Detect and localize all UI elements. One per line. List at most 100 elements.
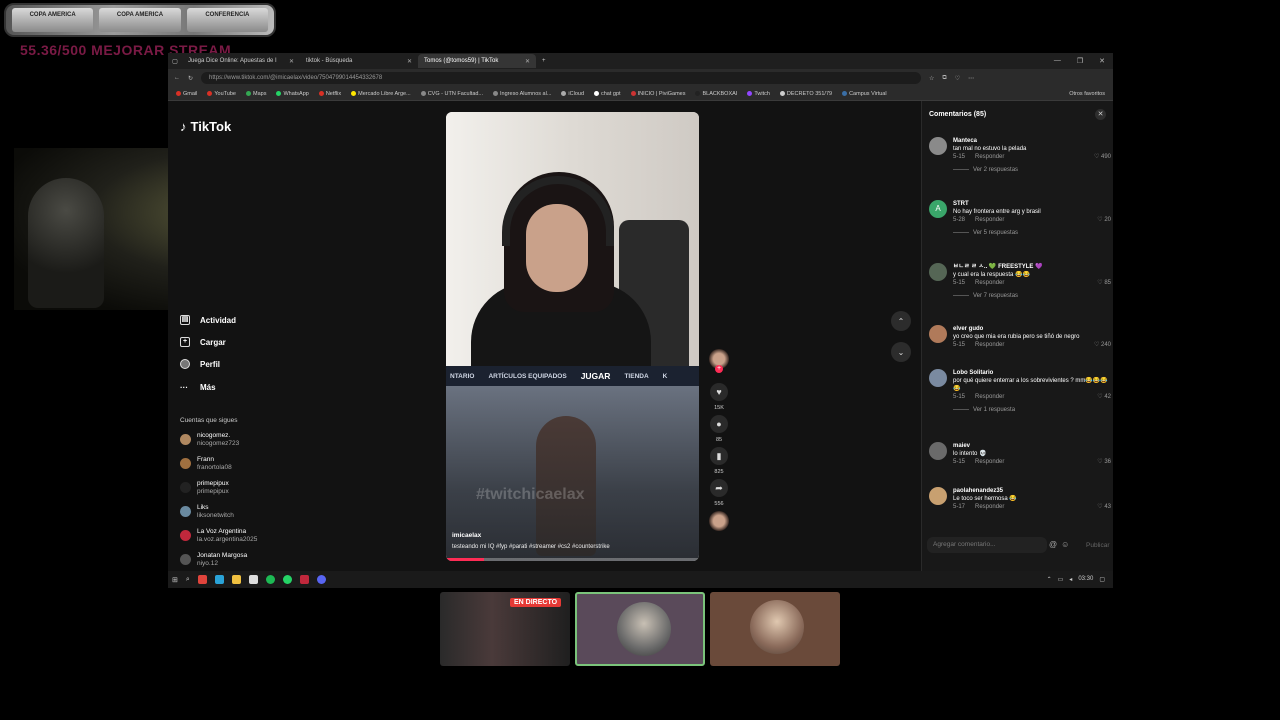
nav-activity[interactable]: ▤ Actividad [180,315,236,325]
followed-account[interactable]: La Voz Argentina la.voz.argentina2025 [180,528,257,543]
follow-plus-icon[interactable]: + [715,365,723,373]
reload-icon[interactable]: ↻ [188,75,193,82]
video-progress-bar[interactable] [446,558,699,561]
emoji-icon[interactable]: ☺ [1061,540,1069,549]
creator-avatar[interactable]: + [709,349,729,373]
bookmark-item[interactable]: BLACKBOXAI [695,91,737,97]
reply-button[interactable]: Responder [975,458,1004,466]
other-bookmarks[interactable]: Otros favoritos [1069,91,1105,97]
tab-dice[interactable]: Juega Dice Online: Apuestas de I ✕ [182,54,300,68]
close-icon[interactable]: ✕ [289,58,294,65]
reply-button[interactable]: Responder [975,341,1004,349]
chevron-up-icon[interactable]: ⌃ [1047,576,1052,583]
post-button[interactable]: Publicar [1086,542,1109,549]
app-icon[interactable] [197,575,207,584]
bookmark-item[interactable]: WhatsApp [276,91,309,97]
mention-icon[interactable]: @ [1049,540,1057,549]
comment-likes[interactable]: ♡ 490 [1094,153,1111,161]
bookmark-item[interactable]: Gmail [176,91,197,97]
tab-tiktok-profile[interactable]: Tomos (@tomos59) | TikTok ✕ [418,54,536,68]
spotify-icon[interactable] [265,575,275,584]
clock[interactable]: 03:30 [1078,576,1093,583]
more-icon[interactable]: ⋯ [968,75,974,82]
video-player[interactable]: NTARIO ARTÍCULOS EQUIPADOS JUGAR TIENDA … [446,112,699,561]
tab-tiktok-search[interactable]: tiktok - Búsqueda ✕ [300,54,418,68]
bookmark-item[interactable]: DECRETO 351/79 [779,91,832,97]
view-replies-button[interactable]: Ver 5 respuestas [953,229,1111,237]
sound-avatar[interactable] [709,511,729,531]
nav-more[interactable]: ··· Más [180,383,216,392]
reply-button[interactable]: Responder [975,153,1004,161]
notification-icon[interactable]: ▢ [1099,576,1105,583]
url-field[interactable]: https://www.tiktok.com/@imicaelax/video/… [201,72,922,84]
close-window-button[interactable]: ✕ [1099,57,1105,65]
comment-user[interactable]: STRT [953,200,1111,208]
bookmark-item[interactable]: Ingreso Alumnos al... [493,91,551,97]
comment-user[interactable]: Lobo Solitario [953,369,1111,377]
comment-input[interactable]: Agregar comentario... [927,537,1047,553]
comment-user[interactable]: maiev [953,442,1111,450]
bookmark-item[interactable]: Campus Virtual [842,91,887,97]
extensions-icon[interactable]: ⧉ [942,75,946,82]
heart-icon[interactable]: ♥ [710,383,728,401]
star-icon[interactable]: ☆ [929,75,934,82]
bookmark-item[interactable]: iCloud [561,91,584,97]
share-icon[interactable]: ➦ [710,479,728,497]
followed-account[interactable]: nicogomez. nicogomez723 [180,432,239,447]
view-replies-button[interactable]: Ver 7 respuestas [953,292,1111,300]
reply-button[interactable]: Responder [975,279,1004,287]
comment-user[interactable]: Manteca [953,137,1111,145]
new-tab-button[interactable]: + [536,58,552,64]
nav-upload[interactable]: + Cargar [180,337,226,347]
close-icon[interactable]: ✕ [1095,109,1106,120]
close-icon[interactable]: ✕ [525,58,530,65]
comment-user[interactable]: ㅂㄴㄹ ㄹ ㅅ.. 💚 FREESTYLE 💜 [953,263,1111,271]
volume-icon[interactable]: ◂ [1069,576,1072,583]
bookmark-item[interactable]: INICIO | PiviGames [630,91,685,97]
nav-profile[interactable]: Perfil [180,359,220,369]
video-author[interactable]: imicaelax [452,532,481,539]
bookmark-item[interactable]: Netflix [318,91,341,97]
bookmark-item[interactable]: YouTube [207,91,236,97]
reply-button[interactable]: Responder [975,503,1004,511]
comment-likes[interactable]: ♡ 85 [1097,279,1111,287]
maximize-button[interactable]: ❐ [1077,57,1083,65]
avatar[interactable] [929,442,947,460]
avatar[interactable] [929,487,947,505]
minimize-button[interactable]: — [1054,57,1061,65]
comment-user[interactable]: paolahenandez35 [953,487,1111,495]
avatar[interactable]: A [929,200,947,218]
comment-likes[interactable]: ♡ 20 [1097,216,1111,224]
app-icon[interactable] [248,575,258,584]
comment-likes[interactable]: ♡ 43 [1097,503,1111,511]
bookmark-item[interactable]: Mercado Libre Arge... [351,91,411,97]
avatar[interactable] [929,369,947,387]
view-replies-button[interactable]: Ver 2 respuestas [953,166,1111,174]
reply-button[interactable]: Responder [975,393,1004,401]
followed-account[interactable]: Liks liksonetwitch [180,504,234,519]
app-icon[interactable] [299,575,309,584]
followed-account[interactable]: Jonatan Margosa niyo.12 [180,552,247,567]
bookmark-item[interactable]: Maps [246,91,266,97]
window-menu-icon[interactable]: ▢ [168,58,182,65]
comment-likes[interactable]: ♡ 42 [1097,393,1111,401]
bookmark-item[interactable]: CVG - UTN Facultad... [420,91,483,97]
favorites-icon[interactable]: ♡ [955,75,960,82]
bookmark-item[interactable]: Twitch [747,91,770,97]
followed-account[interactable]: primepipux primepipux [180,480,229,495]
bookmark-icon[interactable]: ▮ [710,447,728,465]
discord-icon[interactable] [316,575,326,584]
comment-user[interactable]: elver gudo [953,325,1111,333]
comment-likes[interactable]: ♡ 240 [1094,341,1111,349]
close-icon[interactable]: ✕ [407,58,412,65]
avatar[interactable] [929,325,947,343]
previous-video-button[interactable]: ⌃ [891,311,911,331]
tiktok-logo[interactable]: ♪ TikTok [180,119,231,134]
avatar[interactable] [929,137,947,155]
bookmark-item[interactable]: chat gpt [594,91,621,97]
search-icon[interactable]: ⌕ [186,576,190,584]
whatsapp-icon[interactable] [282,575,292,584]
network-icon[interactable]: ▭ [1058,576,1064,583]
view-replies-button[interactable]: Ver 1 respuesta [953,406,1111,414]
back-icon[interactable]: ← [174,75,180,81]
